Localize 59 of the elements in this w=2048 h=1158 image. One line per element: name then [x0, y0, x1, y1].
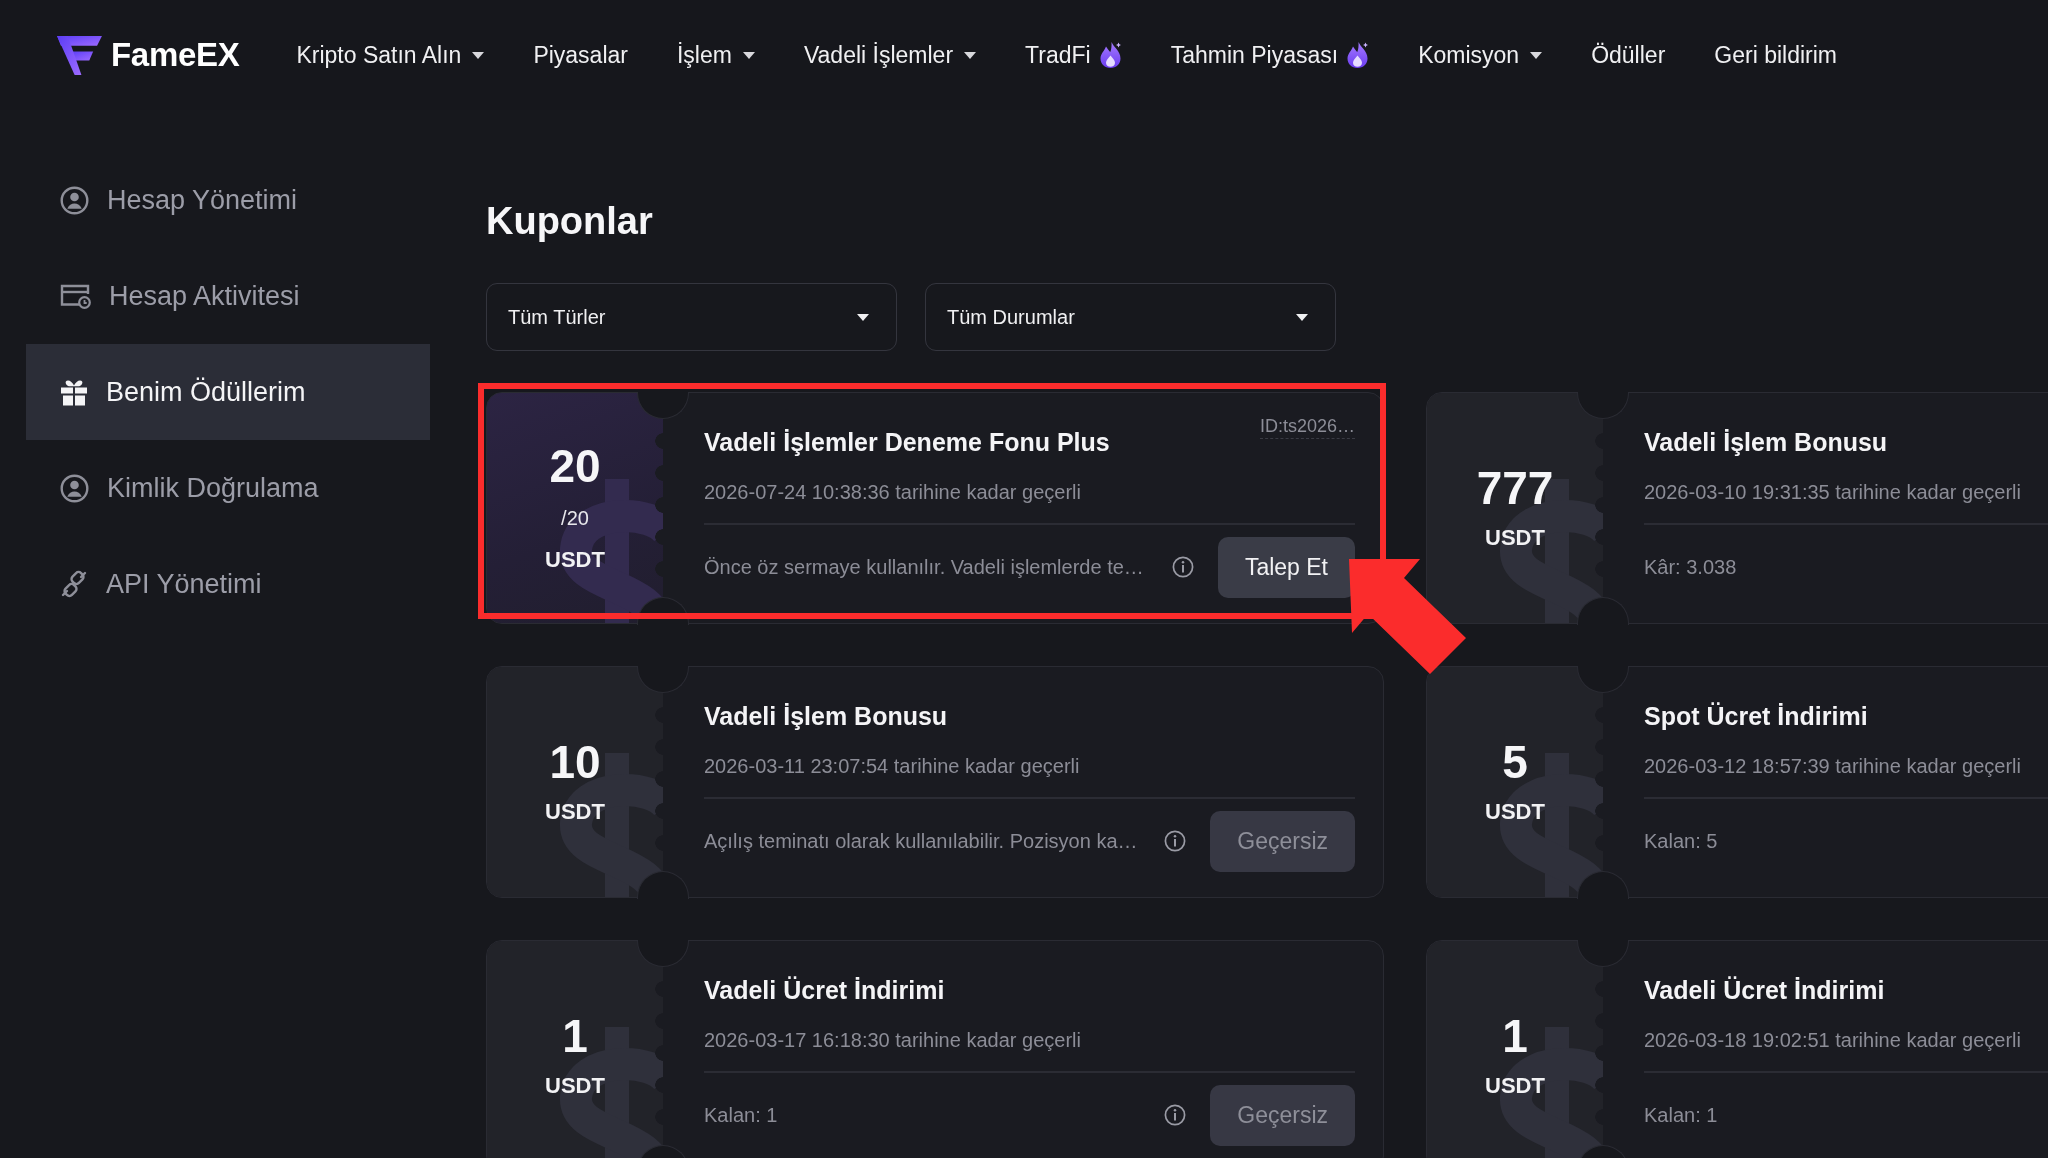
sidebar-item[interactable]: API Yönetimi	[26, 536, 430, 632]
coupon-id: ID:ts2026…	[1259, 415, 1355, 439]
nav-link[interactable]: Vadeli İşlemler	[803, 41, 977, 69]
sidebar-item[interactable]: Hesap Yönetimi	[26, 152, 430, 248]
coupon-title: Spot Ücret İndirimi	[1644, 701, 1868, 732]
brand-logo[interactable]: FameEX	[57, 34, 240, 76]
expiry-date: 2026-03-10 19:31:35 tarihine kadar geçerli	[1644, 480, 2021, 505]
coupon-amount: 777	[1476, 461, 1554, 516]
claim-button[interactable]: Talep Et	[1217, 536, 1355, 598]
expiry-date: 2026-03-11 23:07:54 tarihine kadar geçerli	[704, 754, 1080, 779]
gift-icon	[60, 378, 88, 406]
coupon-note: Kalan: 5	[1644, 829, 1719, 853]
coupon-amount: 20	[549, 439, 601, 494]
coupon-title: Vadeli İşlem Bonusu	[1644, 427, 1888, 458]
nav-link[interactable]: Tahmin Piyasası	[1170, 41, 1370, 69]
coupon-amount: 1	[1502, 1009, 1528, 1064]
nav-link[interactable]: Ödüller	[1591, 41, 1666, 69]
user-circle-icon	[60, 185, 89, 215]
coupon-currency: USDT	[545, 1072, 605, 1100]
logo-icon	[57, 34, 102, 76]
link-icon	[60, 570, 88, 598]
nav-link[interactable]: Geri bildirim	[1714, 41, 1837, 69]
coupon-amount: 5	[1502, 735, 1528, 790]
coupon-currency: USDT	[545, 546, 605, 574]
coupon-note: Kâr: 3.038	[1644, 555, 1738, 579]
nav-link[interactable]: İşlem	[677, 41, 755, 69]
coupon-title: Vadeli Ücret İndirimi	[1644, 975, 1885, 1006]
coupon-note: Açılış teminatı olarak kullanılabilir. Pozisyon ka…	[704, 829, 1139, 853]
sidebar-item[interactable]: Benim Ödüllerim	[26, 344, 430, 440]
coupon-amount: 10	[549, 735, 601, 790]
page-title: Kuponlar	[486, 199, 654, 244]
expiry-date: 2026-07-24 10:38:36 tarihine kadar geçerli	[704, 480, 1081, 505]
caret-icon	[857, 313, 869, 321]
expiry-date: 2026-03-12 18:57:39 tarihine kadar geçerli	[1644, 754, 2021, 779]
sidebar-item[interactable]: Hesap Aktivitesi	[26, 248, 430, 344]
nav-link[interactable]: Komisyon	[1418, 41, 1543, 69]
coupon-currency: USDT	[1485, 798, 1545, 826]
caret-icon	[1296, 313, 1308, 321]
coupon-title: Vadeli Ücret İndirimi	[704, 975, 945, 1006]
card-clock-icon	[60, 283, 91, 309]
coupon-total: /20	[561, 506, 589, 531]
expiry-date: 2026-03-18 19:02:51 tarihine kadar geçerli	[1644, 1028, 2021, 1053]
nav-link[interactable]: Piyasalar	[533, 41, 628, 69]
coupon-currency: USDT	[1485, 1072, 1545, 1100]
expiry-date: 2026-03-17 16:18:30 tarihine kadar geçerli	[704, 1028, 1081, 1053]
user-circle-icon	[60, 473, 89, 503]
coupon-amount: 1	[562, 1009, 588, 1064]
nav-link[interactable]: TradFi	[1025, 41, 1122, 69]
coupon-currency: USDT	[545, 798, 605, 826]
coupon-note: Önce öz sermaye kullanılır. Vadeli işlemlerde te…	[704, 555, 1145, 579]
sidebar-item[interactable]: Kimlik Doğrulama	[26, 440, 430, 536]
coupon-note: Kalan: 1	[704, 1103, 779, 1127]
nav-link[interactable]: Kripto Satın Alın	[296, 41, 485, 69]
coupon-title: Vadeli İşlemler Deneme Fonu Plus	[704, 427, 1110, 458]
coupon-currency: USDT	[1485, 524, 1545, 552]
coupon-note: Kalan: 1	[1644, 1103, 1719, 1127]
filter-dropdown[interactable]: Tüm Durumlar	[925, 283, 1336, 351]
filter-dropdown[interactable]: Tüm Türler	[486, 283, 897, 351]
coupon-title: Vadeli İşlem Bonusu	[704, 701, 948, 732]
